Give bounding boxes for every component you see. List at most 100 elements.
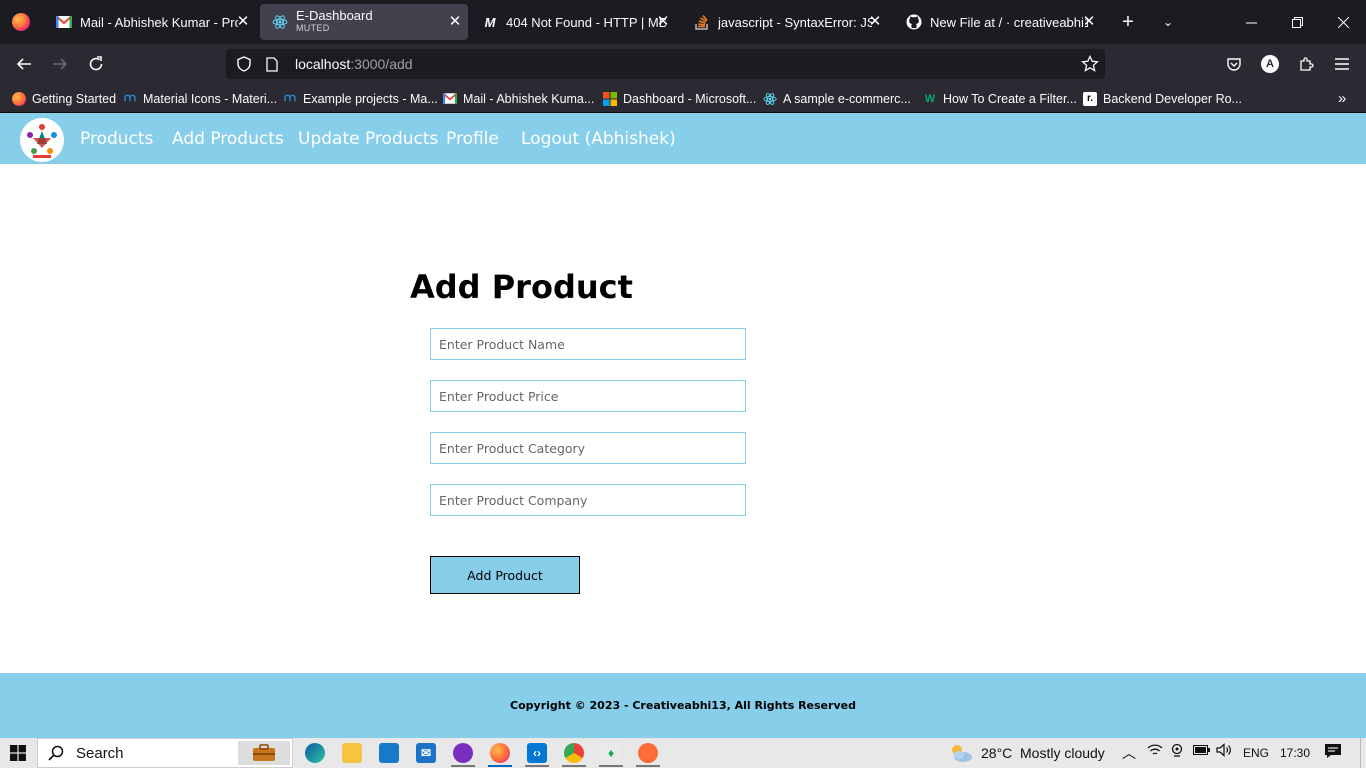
add-product-button[interactable]: Add Product xyxy=(430,556,580,594)
weather-condition: Mostly cloudy xyxy=(1020,745,1105,761)
bookmark-material-icons[interactable]: ⩋ Material Icons - Materi... xyxy=(123,89,277,108)
network-icon[interactable] xyxy=(1147,743,1163,760)
bookmark-sample-ecommerce[interactable]: A sample e-commerc... xyxy=(763,89,911,108)
show-desktop-button[interactable] xyxy=(1360,738,1366,768)
mui-icon: ⩋ xyxy=(284,92,296,104)
pocket-icon[interactable] xyxy=(1220,50,1248,78)
bookmark-example-projects[interactable]: ⩋ Example projects - Ma... xyxy=(283,89,437,108)
product-category-input[interactable] xyxy=(430,432,746,464)
more-bookmarks-icon[interactable]: » xyxy=(1338,89,1346,108)
tab-github[interactable]: New File at / · creativeabhi13/ ✕ xyxy=(894,4,1102,40)
show-hidden-icons-chevron-up-icon[interactable]: ︿ xyxy=(1122,743,1136,763)
postman-icon[interactable] xyxy=(638,743,658,763)
browser-nav-bar: localhost:3000/add A xyxy=(0,44,1366,84)
copyright-text: Copyright © 2023 - Creativeabhi13, All R… xyxy=(510,699,856,712)
webcam-icon[interactable] xyxy=(1170,743,1184,760)
tab-title: E-Dashboard xyxy=(296,9,373,22)
product-company-input[interactable] xyxy=(430,484,746,516)
url-text: localhost:3000/add xyxy=(295,56,413,72)
product-price-input[interactable] xyxy=(430,380,746,412)
url-bar[interactable]: localhost:3000/add xyxy=(226,49,1105,79)
close-tab-icon[interactable]: ✕ xyxy=(234,13,252,31)
app-footer: Copyright © 2023 - Creativeabhi13, All R… xyxy=(0,673,1366,738)
app-logo[interactable] xyxy=(20,118,64,162)
mdn-icon: M xyxy=(484,14,496,30)
account-avatar[interactable]: A xyxy=(1256,50,1284,78)
forward-arrow-icon[interactable] xyxy=(46,50,74,78)
stackoverflow-icon xyxy=(694,14,710,30)
tab-muted-label: MUTED xyxy=(296,23,330,33)
taskbar-search[interactable]: Search xyxy=(37,738,293,768)
restore-window-icon[interactable] xyxy=(1274,0,1320,44)
battery-icon[interactable] xyxy=(1193,743,1211,759)
tab-mdn[interactable]: M 404 Not Found - HTTP | MDN ✕ xyxy=(470,4,676,40)
search-icon xyxy=(48,745,64,761)
mongodb-compass-icon[interactable]: ♦ xyxy=(601,743,621,763)
shield-icon[interactable] xyxy=(234,56,254,72)
close-tab-icon[interactable]: ✕ xyxy=(654,13,672,31)
react-icon xyxy=(763,92,777,106)
nav-logout-link[interactable]: Logout (Abhishek) xyxy=(521,129,676,149)
tab-mail[interactable]: Mail - Abhishek Kumar - Prof ✕ xyxy=(44,4,256,40)
reload-icon[interactable] xyxy=(82,50,110,78)
close-tab-icon[interactable]: ✕ xyxy=(866,13,884,31)
windows-taskbar: Search ✉ ‹› ♦ 28°C Mostly cloudy ︿ ENG 1… xyxy=(0,738,1366,768)
nav-update-products-link[interactable]: Update Products xyxy=(298,129,438,149)
windows-start-icon[interactable] xyxy=(0,738,36,768)
app-navbar: Products Add Products Update Products Pr… xyxy=(0,113,1366,164)
firefox-icon xyxy=(12,91,26,106)
clock-time[interactable]: 17:30 xyxy=(1280,746,1310,760)
gmail-icon xyxy=(443,92,457,106)
tab-title: 404 Not Found - HTTP | MDN xyxy=(506,14,666,30)
bookmarks-toolbar: Getting Started ⩋ Material Icons - Mater… xyxy=(0,84,1366,113)
chrome-icon[interactable] xyxy=(564,743,584,763)
nav-add-products-link[interactable]: Add Products xyxy=(172,129,284,149)
tab-stackoverflow[interactable]: javascript - SyntaxError: JSON ✕ xyxy=(682,4,888,40)
product-name-input[interactable] xyxy=(430,328,746,360)
back-arrow-icon[interactable] xyxy=(10,50,38,78)
minimize-window-icon[interactable] xyxy=(1228,0,1274,44)
hamburger-menu-icon[interactable] xyxy=(1328,50,1356,78)
store-icon[interactable] xyxy=(379,743,399,763)
github-icon xyxy=(906,14,922,30)
close-tab-icon[interactable]: ✕ xyxy=(1080,13,1098,31)
file-explorer-icon[interactable] xyxy=(342,743,362,763)
browser-tab-strip: Mail - Abhishek Kumar - Prof ✕ E-Dashboa… xyxy=(0,0,1366,44)
input-language[interactable]: ENG xyxy=(1243,746,1269,760)
mui-icon: ⩋ xyxy=(124,92,136,104)
microsoft-icon xyxy=(603,91,617,106)
close-tab-icon[interactable]: ✕ xyxy=(446,13,464,31)
github-desktop-icon[interactable] xyxy=(453,743,473,763)
gmail-icon xyxy=(56,14,72,30)
extensions-icon[interactable] xyxy=(1292,50,1320,78)
briefcase-icon[interactable] xyxy=(238,741,290,765)
bookmark-dashboard-microsoft[interactable]: Dashboard - Microsoft... xyxy=(603,89,756,108)
weather-cloud-icon[interactable] xyxy=(948,742,974,768)
page-info-icon[interactable] xyxy=(262,56,282,72)
nav-products-link[interactable]: Products xyxy=(80,129,153,149)
new-tab-icon[interactable]: + xyxy=(1113,0,1143,44)
roadmap-icon: r. xyxy=(1083,91,1097,106)
page-title: Add Product xyxy=(410,268,633,306)
bookmark-star-icon[interactable] xyxy=(1081,54,1099,76)
tab-e-dashboard[interactable]: E-Dashboard MUTED ✕ xyxy=(260,4,468,40)
edge-icon[interactable] xyxy=(305,743,325,763)
bookmark-filter-tutorial[interactable]: W How To Create a Filter... xyxy=(923,89,1077,108)
firefox-icon[interactable] xyxy=(490,743,510,763)
tab-title: New File at / · creativeabhi13/ xyxy=(930,14,1088,30)
notifications-icon[interactable] xyxy=(1324,743,1342,762)
close-window-icon[interactable] xyxy=(1320,0,1366,44)
firefox-menu-icon[interactable] xyxy=(0,0,42,44)
mail-app-icon[interactable]: ✉ xyxy=(416,743,436,763)
bookmark-mail[interactable]: Mail - Abhishek Kuma... xyxy=(443,89,594,108)
bookmark-getting-started[interactable]: Getting Started xyxy=(12,89,116,108)
tab-title: Mail - Abhishek Kumar - Prof xyxy=(80,14,238,30)
vscode-icon[interactable]: ‹› xyxy=(527,743,547,763)
weather-temperature: 28°C xyxy=(981,745,1013,761)
bookmark-backend-roadmap[interactable]: r. Backend Developer Ro... xyxy=(1083,89,1242,108)
list-all-tabs-icon[interactable]: ⌄ xyxy=(1153,0,1183,44)
nav-profile-link[interactable]: Profile xyxy=(446,129,499,149)
tab-title: javascript - SyntaxError: JSON xyxy=(718,14,872,30)
w3schools-icon: W xyxy=(924,92,936,105)
volume-icon[interactable] xyxy=(1216,743,1232,760)
